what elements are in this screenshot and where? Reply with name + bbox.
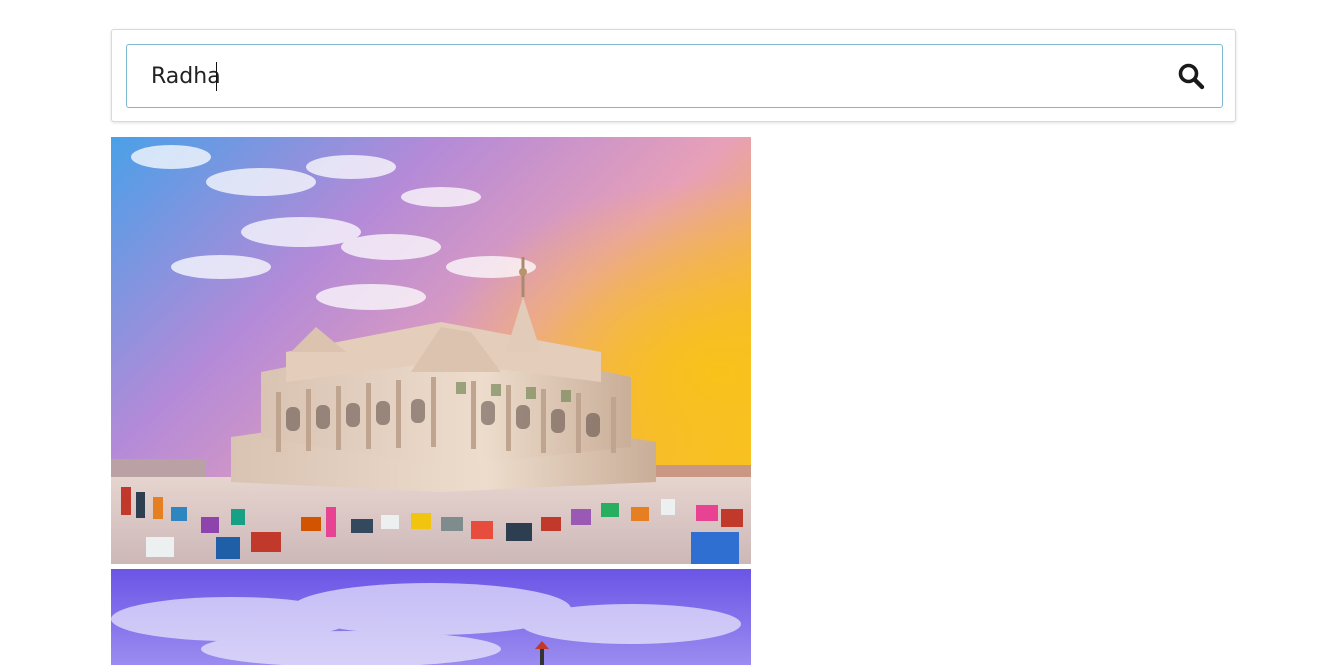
search-button[interactable] [1176,61,1206,91]
temple-photo [111,137,751,564]
sky-photo [111,569,751,665]
search-box [126,44,1223,108]
result-image-temple[interactable] [111,137,751,564]
search-icon [1178,63,1205,90]
search-card [111,29,1236,122]
text-caret [216,62,217,91]
search-input[interactable] [127,45,1147,107]
result-image-sky[interactable] [111,569,751,665]
